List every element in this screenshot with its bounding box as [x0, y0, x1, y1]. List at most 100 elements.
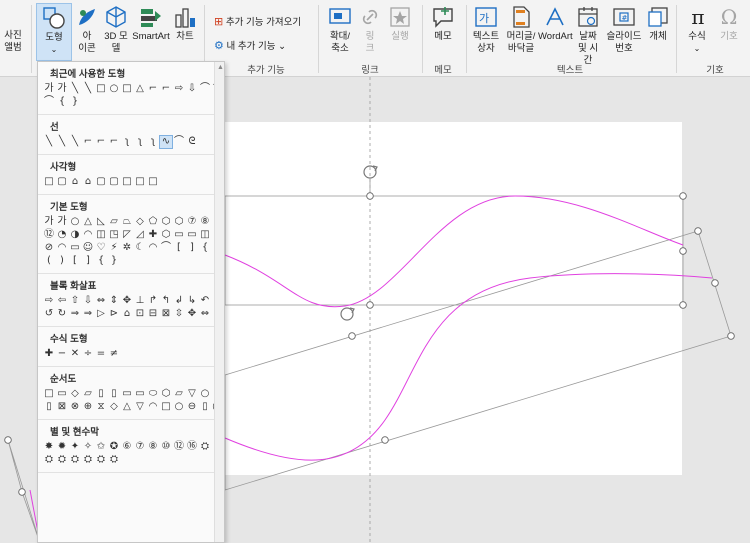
scroll-up-icon[interactable]: ▲ [217, 64, 224, 71]
shape-option[interactable]: ✪ [108, 441, 120, 453]
shape-option[interactable]: ▭ [56, 388, 68, 400]
shape-option[interactable]: ] [82, 255, 94, 267]
shape-option[interactable]: ⇔ [199, 308, 211, 320]
shape-option[interactable]: ⑦ [134, 441, 146, 453]
shape-option[interactable]: ⌂ [121, 308, 133, 320]
shape-option[interactable]: ∿ [159, 135, 173, 149]
shape-option[interactable]: ⌒ [43, 96, 55, 108]
shape-option[interactable]: ✹ [56, 441, 68, 453]
shape-option[interactable]: ⊗ [69, 401, 81, 413]
shape-option[interactable]: } [69, 96, 81, 108]
shape-option[interactable]: ▽ [134, 401, 146, 413]
shape-option[interactable]: ◫ [199, 229, 211, 241]
shape-option[interactable]: ⌐ [160, 83, 172, 95]
shape-option[interactable]: ⌐ [82, 136, 94, 148]
shape-option[interactable]: ⑦ [186, 216, 198, 228]
shape-option[interactable]: ⌂ [82, 176, 94, 188]
shape-option[interactable]: ⑧ [199, 216, 211, 228]
shapes-gallery-dropdown[interactable]: 최근에 사용한 도형가가╲╲□○□△⌐⌐⇨⇩⌒⌒⌒{}선╲╲╲⌐⌐⌐ʅʅʅ∿⌒ᘓ… [37, 61, 225, 543]
shape-option[interactable]: ✸ [43, 441, 55, 453]
shape-option[interactable]: ♡ [95, 242, 107, 254]
shape-option[interactable]: ◠ [56, 242, 68, 254]
shape-option[interactable]: □ [121, 83, 133, 95]
shape-option[interactable]: ✦ [69, 441, 81, 453]
shape-option[interactable]: ◑ [69, 229, 81, 241]
shape-option[interactable]: ⑧ [147, 441, 159, 453]
shape-option[interactable]: ▯ [108, 388, 120, 400]
shape-option[interactable]: ✧ [82, 441, 94, 453]
shape-option[interactable]: ▱ [173, 388, 185, 400]
shape-option[interactable]: ⊥ [134, 295, 146, 307]
shape-option[interactable]: ╲ [69, 136, 81, 148]
shape-option[interactable]: ⛭ [108, 454, 120, 466]
shape-option[interactable]: { [199, 242, 211, 254]
shape-option[interactable]: ) [56, 255, 68, 267]
shape-option[interactable]: { [56, 96, 68, 108]
shape-option[interactable]: ⌂ [69, 176, 81, 188]
shape-option[interactable]: ÷ [82, 348, 94, 360]
shape-option[interactable]: ✥ [121, 295, 133, 307]
shape-option[interactable]: ▯ [43, 401, 55, 413]
shape-option[interactable]: ✕ [69, 348, 81, 360]
shape-option[interactable]: ✩ [95, 441, 107, 453]
shape-option[interactable]: ⊡ [134, 308, 146, 320]
shape-option[interactable]: ▷ [95, 308, 107, 320]
shape-option[interactable]: ʅ [121, 136, 133, 148]
shape-option[interactable]: ⬡ [160, 216, 172, 228]
shape-option[interactable]: ⊖ [186, 401, 198, 413]
shape-option[interactable]: □ [147, 176, 159, 188]
shape-option[interactable]: ⬠ [147, 216, 159, 228]
curve-shape-1[interactable] [224, 195, 684, 308]
shape-option[interactable]: □ [134, 176, 146, 188]
shape-option[interactable]: ↶ [199, 295, 211, 307]
shape-option[interactable]: ⇧ [69, 295, 81, 307]
shape-option[interactable]: ( [43, 255, 55, 267]
shape-option[interactable]: ⌒ [173, 136, 185, 148]
rotate-handle-icon[interactable] [363, 165, 378, 179]
shape-option[interactable]: ] [186, 242, 198, 254]
shape-option[interactable]: ◇ [108, 401, 120, 413]
shape-option[interactable]: 가 [56, 83, 68, 95]
shape-option[interactable]: ʅ [147, 136, 159, 148]
shape-option[interactable]: ◺ [95, 216, 107, 228]
shape-option[interactable]: ◠ [147, 242, 159, 254]
shape-option[interactable]: ✥ [186, 308, 198, 320]
shape-option[interactable]: □ [95, 83, 107, 95]
shape-option[interactable]: ✲ [121, 242, 133, 254]
shape-option[interactable]: ⇔ [95, 295, 107, 307]
shape-option[interactable]: ↰ [160, 295, 172, 307]
shape-option[interactable]: ⚡ [108, 242, 120, 254]
shape-option[interactable]: { [95, 255, 107, 267]
shape-option[interactable]: ⛭ [82, 454, 94, 466]
shape-option[interactable]: ⊠ [56, 401, 68, 413]
shape-option[interactable]: ᘓ [186, 136, 198, 148]
shape-option[interactable]: ◠ [147, 401, 159, 413]
shape-option[interactable]: ʅ [134, 136, 146, 148]
shape-option[interactable]: 가 [43, 216, 55, 228]
shape-option[interactable]: ◠ [82, 229, 94, 241]
shape-option[interactable]: ◇ [69, 388, 81, 400]
shape-option[interactable]: ○ [69, 216, 81, 228]
curve-shape-2[interactable] [224, 273, 713, 461]
shape-option[interactable]: ↺ [43, 308, 55, 320]
shape-option[interactable]: ✚ [147, 229, 159, 241]
shape-option[interactable]: ⛭ [69, 454, 81, 466]
shape-option[interactable]: ⑯ [186, 441, 198, 453]
shape-option[interactable]: [ [173, 242, 185, 254]
shape-option[interactable]: ✚ [43, 348, 55, 360]
shape-option[interactable]: ╲ [82, 83, 94, 95]
shape-option[interactable]: ☺ [82, 242, 94, 254]
shape-option[interactable]: ▱ [82, 388, 94, 400]
shape-option[interactable]: ▢ [95, 176, 107, 188]
shape-option[interactable]: ◳ [108, 229, 120, 241]
shape-option[interactable]: ⊳ [108, 308, 120, 320]
shape-option[interactable]: ⊘ [43, 242, 55, 254]
shape-option[interactable]: ⑥ [121, 441, 133, 453]
shape-option[interactable]: ▭ [121, 388, 133, 400]
shape-option[interactable]: □ [43, 176, 55, 188]
shape-option[interactable]: ⊟ [147, 308, 159, 320]
shape-option[interactable]: ⇩ [186, 83, 198, 95]
shape-option[interactable]: ▯ [95, 388, 107, 400]
shape-option[interactable]: ⑩ [160, 441, 172, 453]
shape-option[interactable]: ▯ [199, 401, 211, 413]
